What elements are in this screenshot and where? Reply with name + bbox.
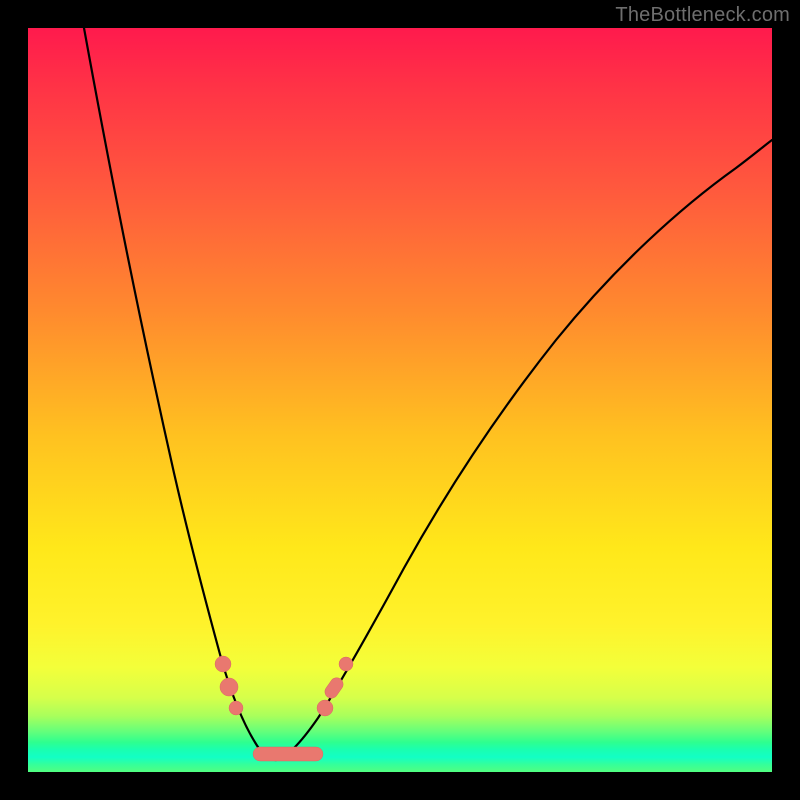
outer-frame: TheBottleneck.com — [0, 0, 800, 800]
data-marker-pill — [253, 747, 323, 761]
data-marker — [317, 700, 333, 716]
data-marker — [215, 656, 231, 672]
data-marker — [220, 678, 238, 696]
curve-layer — [28, 28, 772, 772]
watermark-text: TheBottleneck.com — [615, 4, 790, 27]
plot-area — [28, 28, 772, 772]
data-marker — [339, 657, 353, 671]
curve-left-branch — [84, 28, 276, 760]
data-marker — [229, 701, 243, 715]
